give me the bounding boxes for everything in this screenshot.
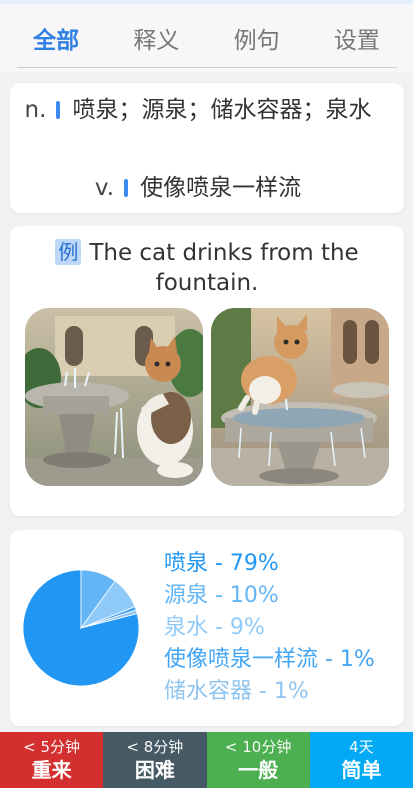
definition-text: 喷泉；源泉；储水容器；泉水: [72, 97, 372, 123]
definition-text: 使像喷泉一样流: [140, 175, 302, 201]
button-label: 困难: [134, 757, 175, 782]
interval-label: < 10分钟: [224, 737, 292, 756]
easy-button[interactable]: 4天 简单: [309, 732, 413, 788]
meaning-legend: 喷泉 - 79% 源泉 - 10% 泉水 - 9% 使像喷泉一样流 - 1% 储…: [164, 548, 404, 708]
button-label: 一般: [238, 757, 279, 782]
example-sentence-line: 例 The cat drinks from the fountain.: [20, 238, 394, 298]
meaning-pie-chart: [22, 569, 140, 687]
tab-examples[interactable]: 例句: [226, 11, 288, 65]
legend-item: 源泉 - 10%: [164, 583, 279, 608]
again-button[interactable]: < 5分钟 重来: [0, 732, 104, 788]
example-sentence: The cat drinks from the fountain.: [89, 240, 359, 296]
interval-label: < 5分钟: [23, 737, 81, 756]
example-image-1: [25, 308, 203, 486]
pos-marker: [56, 101, 61, 119]
hard-button[interactable]: < 8分钟 困难: [103, 732, 207, 788]
pos-marker: [124, 179, 129, 197]
interval-label: 4天: [349, 737, 374, 756]
legend-item: 储水容器 - 1%: [164, 679, 309, 704]
tab-divider: [17, 67, 397, 68]
button-label: 简单: [341, 757, 382, 782]
tab-all[interactable]: 全部: [25, 11, 87, 65]
tab-definitions[interactable]: 释义: [125, 11, 187, 65]
legend-item: 泉水 - 9%: [164, 615, 265, 640]
part-of-speech: v.: [94, 175, 115, 201]
legend-item: 使像喷泉一样流 - 1%: [164, 647, 375, 672]
legend-item: 喷泉 - 79%: [164, 551, 279, 576]
tab-settings[interactable]: 设置: [326, 11, 388, 65]
example-badge: 例: [55, 239, 82, 265]
definition-verb: v. 使像喷泉一样流: [14, 172, 382, 204]
review-buttons: < 5分钟 重来 < 8分钟 困难 < 10分钟 一般 4天 简单: [0, 732, 413, 788]
example-image-2: [211, 308, 389, 486]
interval-label: < 8分钟: [126, 737, 184, 756]
button-label: 重来: [31, 757, 72, 782]
part-of-speech: n.: [24, 97, 47, 123]
definition-noun: n. 喷泉；源泉；储水容器；泉水: [14, 94, 382, 126]
good-button[interactable]: < 10分钟 一般: [206, 732, 310, 788]
tab-bar: 全部 释义 例句 设置: [0, 4, 413, 72]
